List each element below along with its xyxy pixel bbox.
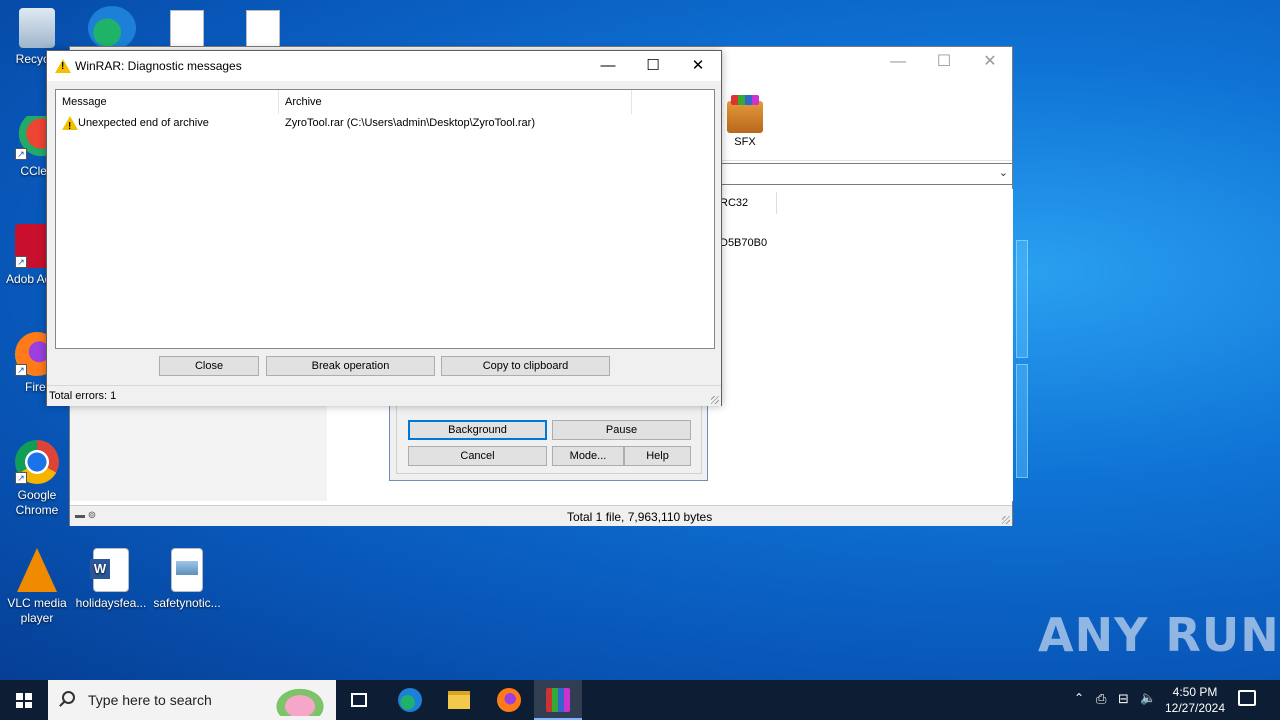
desktop-icon-google-chrome[interactable]: ↗ Google Chrome (0, 440, 74, 518)
task-view-icon (351, 693, 367, 707)
sfx-label: SFX (734, 136, 756, 148)
diagnostic-message-list[interactable]: Message Archive Unexpected end of archiv… (55, 89, 715, 349)
anyrun-watermark: ANY RUN (1038, 608, 1280, 662)
notifications-icon[interactable] (1238, 690, 1256, 706)
sfx-button[interactable]: SFX (720, 95, 770, 148)
warning-icon (62, 116, 78, 136)
maximize-button[interactable]: ☐ (630, 55, 676, 77)
mode-button[interactable]: Mode... (552, 446, 624, 466)
system-tray: ⌃ ⎙ ⊟ 🔈 (1070, 680, 1160, 720)
help-button[interactable]: Help (624, 446, 691, 466)
search-icon (62, 691, 75, 704)
minimize-button[interactable]: — (585, 55, 631, 77)
file-crc-value: D5B70B0 (720, 237, 768, 249)
desktop: Recycle ↗ CClea ↗ Adob Acrob ↗ Firef ↗ G… (0, 0, 1280, 680)
taskbar-firefox[interactable] (485, 680, 533, 720)
word-document-icon: W (90, 548, 129, 592)
vlc-cone-icon (17, 548, 57, 592)
message-cell: Unexpected end of archive (78, 117, 209, 129)
edge-icon (398, 688, 422, 712)
archive-cell: ZyroTool.rar (C:\Users\admin\Desktop\Zyr… (285, 117, 536, 129)
resize-grip[interactable] (1002, 516, 1010, 524)
diagnostic-messages-dialog: WinRAR: Diagnostic messages — ☐ ✕ Messag… (46, 50, 722, 406)
minimize-button[interactable]: — (878, 51, 918, 73)
taskbar-file-explorer[interactable] (435, 680, 483, 720)
status-summary: Total 1 file, 7,963,110 bytes (567, 510, 713, 524)
winrar-icon (546, 688, 570, 712)
cancel-button[interactable]: Cancel (408, 446, 547, 466)
chrome-icon: ↗ (15, 440, 59, 484)
volume-icon[interactable]: 🔈 (1140, 690, 1156, 706)
close-button[interactable]: ✕ (970, 51, 1010, 73)
warning-icon (55, 59, 71, 73)
wallpaper-logo-pane (1016, 240, 1028, 358)
column-header-empty[interactable] (632, 90, 714, 114)
desktop-icon-label: safetynotic... (153, 596, 221, 610)
search-placeholder: Type here to search (88, 692, 212, 708)
firefox-icon (497, 688, 521, 712)
progress-dialog-body: Background Pause Cancel Mode... Help (396, 406, 702, 474)
taskbar-search-box[interactable]: Type here to search (48, 680, 336, 720)
chevron-down-icon[interactable]: ⌄ (999, 166, 1008, 179)
meet-now-icon[interactable]: ⎙ (1096, 691, 1106, 707)
close-button[interactable]: ✕ (675, 55, 721, 77)
taskbar-edge[interactable] (386, 680, 434, 720)
total-errors-text: Total errors: 1 (49, 390, 117, 402)
winrar-status-bar: ▬ ⊚ Total 1 file, 7,963,110 bytes (70, 505, 1012, 526)
clock-date: 12/27/2024 (1164, 701, 1226, 715)
recycle-bin-icon (19, 8, 55, 48)
desktop-icon-label: VLC media player (7, 596, 67, 625)
maximize-button[interactable]: ☐ (924, 51, 964, 73)
dialog-titlebar: WinRAR: Diagnostic messages — ☐ ✕ (47, 51, 721, 81)
taskbar-winrar[interactable] (534, 680, 582, 720)
background-button[interactable]: Background (408, 420, 547, 440)
chevron-up-icon[interactable]: ⌃ (1074, 691, 1084, 705)
desktop-icon-label: Google Chrome (15, 488, 59, 517)
wallpaper-logo-pane (1016, 364, 1028, 478)
progress-dialog: Background Pause Cancel Mode... Help (389, 405, 708, 481)
folder-icon (448, 691, 470, 709)
image-file-icon[interactable] (170, 10, 204, 48)
start-button[interactable] (0, 680, 48, 720)
network-icon[interactable]: ⊟ (1118, 691, 1129, 707)
list-header: Message Archive (56, 90, 714, 114)
sfx-icon (727, 95, 763, 133)
edge-desktop-icon[interactable] (88, 6, 136, 50)
desktop-icon-safetynotic[interactable]: safetynotic... (150, 548, 224, 611)
close-dialog-button[interactable]: Close (159, 356, 259, 376)
desktop-icon-label: holidaysfea... (75, 596, 147, 610)
column-header-archive[interactable]: Archive (279, 90, 632, 114)
pause-button[interactable]: Pause (552, 420, 691, 440)
dialog-title: WinRAR: Diagnostic messages (75, 59, 242, 73)
search-highlight-image (270, 684, 330, 716)
taskbar: Type here to search ⌃ ⎙ ⊟ 🔈 4:50 PM 12/2… (0, 680, 1280, 720)
copy-to-clipboard-button[interactable]: Copy to clipboard (441, 356, 610, 376)
list-item[interactable]: Unexpected end of archive ZyroTool.rar (… (56, 114, 714, 136)
desktop-icon-holidaysfea[interactable]: W holidaysfea... (74, 548, 148, 611)
column-separator (776, 192, 777, 214)
image-file-icon (171, 548, 203, 592)
desktop-icon-vlc[interactable]: VLC media player (0, 548, 74, 626)
dialog-status-bar: Total errors: 1 (47, 385, 721, 406)
column-header-crc32[interactable]: RC32 (720, 197, 748, 209)
windows-logo-icon (16, 693, 32, 708)
resize-grip[interactable] (711, 396, 719, 404)
column-header-message[interactable]: Message (56, 90, 279, 114)
clock-time: 4:50 PM (1172, 685, 1218, 699)
drive-icon: ▬ ⊚ (75, 510, 97, 521)
task-view-button[interactable] (336, 680, 384, 720)
image-file-icon[interactable] (246, 10, 280, 48)
taskbar-clock[interactable]: 4:50 PM 12/27/2024 (1160, 684, 1230, 716)
break-operation-button[interactable]: Break operation (266, 356, 435, 376)
